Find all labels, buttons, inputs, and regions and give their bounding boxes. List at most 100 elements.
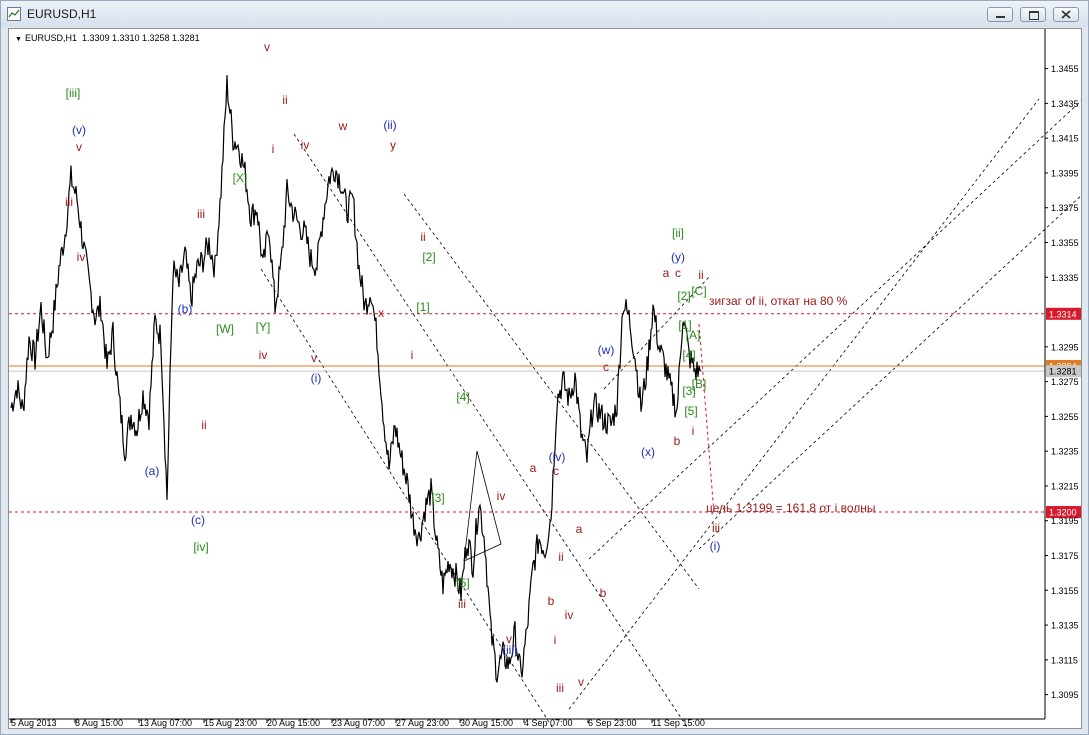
- wave-label: [3]: [682, 384, 695, 398]
- wave-label: [iii]: [66, 86, 81, 100]
- wave-label: (v): [72, 123, 86, 137]
- wave-label: i: [692, 424, 695, 438]
- restore-icon: [1029, 11, 1039, 20]
- trend-channel-lines: [260, 98, 1081, 728]
- minimize-button[interactable]: [987, 7, 1013, 22]
- wave-label: b: [674, 434, 681, 448]
- close-button[interactable]: [1053, 7, 1079, 22]
- time-tick-label: 20 Aug 15:00: [267, 718, 320, 728]
- wave-label: (b): [178, 302, 193, 316]
- wave-label: iv: [259, 348, 268, 362]
- wave-label: v: [76, 140, 82, 154]
- wave-label: (iv): [549, 450, 566, 464]
- price-tick-label: 1.3155: [1051, 586, 1079, 596]
- wave-label: [1]: [416, 300, 429, 314]
- price-tick-label: 1.3095: [1051, 690, 1079, 700]
- wave-label: iii: [458, 597, 466, 611]
- wave-label: i: [411, 348, 414, 362]
- time-tick-label: 5 Aug 2013: [11, 718, 57, 728]
- price-chart[interactable]: 1.3455 1.3435 1.3415 1.3395 1.3375 1.3355 1.33…: [8, 28, 1082, 729]
- wave-label: (i): [311, 371, 322, 385]
- wave-label: (y): [671, 250, 685, 264]
- wave-label: x: [378, 306, 384, 320]
- annotation-note: зигзаг of ii, откат на 80 %: [709, 294, 848, 308]
- wave-label: iii: [712, 521, 720, 535]
- close-icon: [1061, 10, 1071, 19]
- wave-label: ii: [698, 268, 703, 282]
- wave-label: a: [663, 266, 670, 280]
- time-tick-label: 13 Aug 07:00: [139, 718, 192, 728]
- wave-label: y: [390, 138, 396, 152]
- wave-label: (a): [145, 464, 160, 478]
- chart-window: EURUSD,H1 1.3455 1.3435 1.3415 1.3395 1.3375…: [0, 0, 1089, 735]
- wave-label: c: [603, 360, 609, 374]
- wave-label: [4]: [456, 390, 469, 404]
- trend-line: [403, 193, 700, 590]
- price-tick-label: 1.3115: [1051, 655, 1078, 665]
- wave-label: ii: [201, 418, 206, 432]
- wave-label: [ii]: [672, 226, 684, 240]
- triangle-outline: [463, 450, 502, 562]
- symbol-header: ▼ EURUSD,H1 1.3309 1.3310 1.3258 1.3281: [15, 33, 200, 43]
- wave-label: [C]: [691, 284, 706, 298]
- annotation-note: цель 1.3199 = 161.8 от i волны: [706, 501, 876, 515]
- price-level-label: 1.3314: [1049, 309, 1077, 319]
- wave-label: (ii): [383, 118, 396, 132]
- wave-label: i: [272, 142, 275, 156]
- wave-label: [Y]: [256, 320, 271, 334]
- wave-label: [5]: [456, 576, 469, 590]
- wave-label: v: [578, 675, 584, 689]
- wave-label: c: [675, 266, 681, 280]
- price-tick-label: 1.3235: [1051, 447, 1079, 457]
- wave-label: ii: [558, 550, 563, 564]
- dropdown-triangle-icon: ▼: [15, 36, 22, 43]
- wave-label: i: [554, 633, 557, 647]
- projection-line: [698, 323, 715, 515]
- price-tick-label: 1.3455: [1051, 64, 1079, 74]
- price-tick-label: 1.3195: [1051, 516, 1079, 526]
- price-tick-label: 1.3375: [1051, 203, 1079, 213]
- wave-label: b: [548, 594, 555, 608]
- wave-label: (c): [191, 513, 205, 527]
- price-tick-label: 1.3435: [1051, 99, 1079, 109]
- wave-label: ii: [420, 230, 425, 244]
- wave-label: [X]: [233, 171, 248, 185]
- price-tick-label: 1.3135: [1051, 621, 1079, 631]
- wave-label: (w): [598, 343, 615, 357]
- price-tick-label: 1.3415: [1051, 134, 1079, 144]
- wave-label: iv: [301, 138, 310, 152]
- wave-label: [A]: [686, 328, 701, 342]
- wave-label: [4]: [682, 348, 695, 362]
- price-tick-label: 1.3275: [1051, 377, 1079, 387]
- wave-label: w: [338, 119, 348, 133]
- wave-label: [3]: [431, 491, 444, 505]
- wave-label: v: [311, 351, 317, 365]
- wave-label: a: [576, 522, 583, 536]
- restore-button[interactable]: [1020, 7, 1046, 22]
- price-tick-label: 1.3175: [1051, 551, 1079, 561]
- time-tick-label: 27 Aug 23:00: [396, 718, 449, 728]
- window-title: EURUSD,H1: [27, 7, 97, 21]
- time-tick-label: 23 Aug 07:00: [332, 718, 385, 728]
- wave-label: b: [600, 586, 607, 600]
- price-tick-label: 1.3355: [1051, 238, 1079, 248]
- wave-label: [5]: [684, 404, 697, 418]
- wave-label: iii: [556, 681, 564, 695]
- ohlc-values: 1.3309 1.3310 1.3258 1.3281: [81, 33, 200, 43]
- minimize-icon: [996, 16, 1005, 18]
- price-tick-label: 1.3335: [1051, 273, 1079, 283]
- horizontal-levels: [9, 313, 1045, 513]
- price-tick-label: 1.3255: [1051, 412, 1079, 422]
- wave-label: (i): [710, 539, 721, 553]
- time-tick-label: 15 Aug 23:00: [204, 718, 257, 728]
- price-level-label: 1.3281: [1049, 367, 1077, 377]
- wave-label: a: [530, 461, 537, 475]
- wave-labels: [iii](v)viiiiv(b)(a)(c)[iv]iiiii[X][W] [Y…: [65, 40, 720, 695]
- window-titlebar[interactable]: EURUSD,H1: [1, 1, 1088, 27]
- time-tick-label: 30 Aug 15:00: [460, 718, 513, 728]
- wave-label: iii: [197, 207, 205, 221]
- wave-label: [W]: [216, 322, 234, 336]
- wave-label: [iv]: [193, 540, 208, 554]
- chart-canvas[interactable]: 1.3455 1.3435 1.3415 1.3395 1.3375 1.3355 1.33…: [9, 29, 1082, 729]
- chart-window-icon: [7, 7, 21, 21]
